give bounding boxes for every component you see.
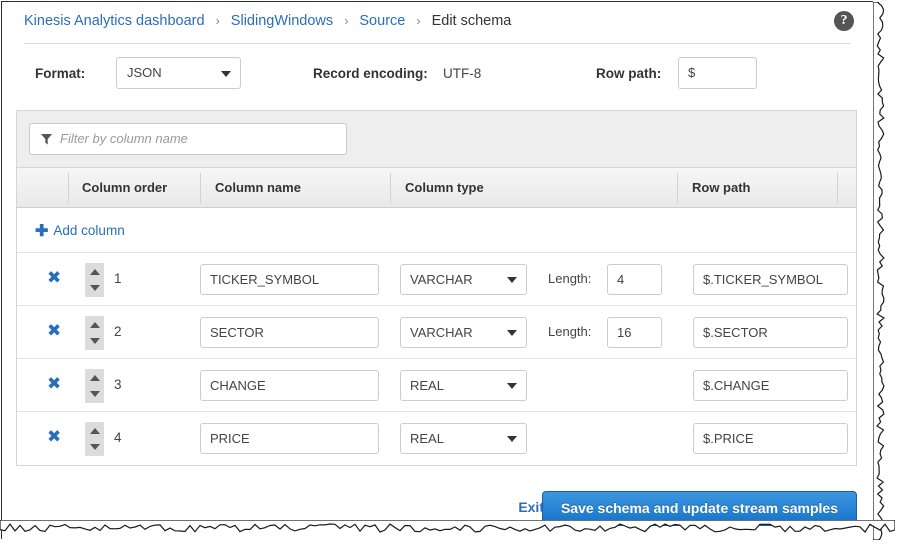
arrow-down-icon — [90, 444, 100, 450]
column-name-input[interactable]: CHANGE — [200, 370, 379, 401]
format-settings-row: Format: JSON Record encoding: UTF-8 Row … — [2, 52, 874, 98]
column-type-select[interactable]: REAL — [400, 423, 527, 454]
breadcrumb: Kinesis Analytics dashboard › SlidingWin… — [24, 13, 511, 29]
delete-row-button[interactable]: ✖ — [47, 322, 61, 340]
column-type-select[interactable]: REAL — [400, 370, 527, 401]
row-path-input[interactable]: $ — [678, 57, 757, 89]
row-path-input[interactable]: $.TICKER_SYMBOL — [693, 264, 848, 295]
header-divider — [68, 173, 69, 203]
save-schema-button[interactable]: Save schema and update stream samples — [542, 491, 857, 526]
footer-actions: Exit Save schema and update stream sampl… — [2, 482, 874, 532]
row-path-label: Row path: — [596, 66, 661, 81]
breadcrumb-separator: › — [216, 14, 220, 28]
column-order-value: 1 — [114, 271, 122, 286]
table-row: ✖ 1 TICKER_SYMBOL VARCHAR Length: 4 $.TI… — [17, 253, 856, 306]
breadcrumb-item-dashboard[interactable]: Kinesis Analytics dashboard — [24, 13, 205, 29]
delete-row-button[interactable]: ✖ — [47, 428, 61, 446]
column-type-value: VARCHAR — [410, 272, 473, 287]
screenshot-root: Kinesis Analytics dashboard › SlidingWin… — [0, 0, 904, 549]
breadcrumb-item-slidingwindows[interactable]: SlidingWindows — [231, 13, 333, 29]
column-order-stepper[interactable] — [85, 369, 104, 403]
column-header-column-type: Column type — [405, 180, 484, 195]
header-divider — [390, 173, 391, 203]
column-type-value: REAL — [410, 378, 444, 393]
breadcrumb-separator: › — [416, 14, 420, 28]
column-order-stepper[interactable] — [85, 422, 104, 456]
arrow-up-icon — [90, 269, 100, 275]
length-input[interactable]: 4 — [607, 264, 662, 295]
column-order-value: 2 — [114, 324, 122, 339]
header-divider — [677, 173, 678, 203]
filter-input-placeholder: Filter by column name — [60, 131, 188, 146]
chevron-down-icon — [507, 383, 517, 389]
arrow-down-icon — [90, 391, 100, 397]
table-row: ✖ 3 CHANGE REAL $.CHANGE — [17, 359, 856, 412]
row-path-input[interactable]: $.CHANGE — [693, 370, 848, 401]
column-order-stepper[interactable] — [85, 263, 104, 297]
delete-row-button[interactable]: ✖ — [47, 269, 61, 287]
breadcrumb-item-source[interactable]: Source — [359, 13, 405, 29]
header-divider — [837, 173, 838, 203]
column-order-stepper[interactable] — [85, 316, 104, 350]
arrow-up-icon — [90, 428, 100, 434]
record-encoding-value: UTF-8 — [443, 66, 481, 81]
schema-table-panel: Filter by column name Column order Colum… — [16, 110, 857, 466]
column-order-value: 4 — [114, 430, 122, 445]
chevron-down-icon — [507, 330, 517, 336]
format-select-value: JSON — [127, 65, 162, 80]
arrow-down-icon — [90, 285, 100, 291]
record-encoding-label: Record encoding: — [313, 66, 428, 81]
filter-input[interactable]: Filter by column name — [29, 123, 347, 155]
format-label: Format: — [35, 66, 85, 81]
chevron-down-icon — [507, 436, 517, 442]
column-order-value: 3 — [114, 377, 122, 392]
column-name-input[interactable]: TICKER_SYMBOL — [200, 264, 379, 295]
help-icon[interactable]: ? — [834, 11, 854, 31]
chevron-down-icon — [221, 71, 231, 77]
exit-button[interactable]: Exit — [518, 499, 544, 515]
page-surface: Kinesis Analytics dashboard › SlidingWin… — [1, 1, 873, 539]
column-header-column-name: Column name — [215, 180, 301, 195]
funnel-icon — [41, 134, 52, 145]
row-path-input[interactable]: $.SECTOR — [693, 317, 848, 348]
length-label: Length: — [548, 324, 591, 339]
header-divider — [24, 43, 850, 44]
header-divider — [200, 173, 201, 203]
column-header-column-order: Column order — [82, 180, 167, 195]
column-name-input[interactable]: SECTOR — [200, 317, 379, 348]
table-row: ✖ 2 SECTOR VARCHAR Length: 16 $.SECTOR — [17, 306, 856, 359]
add-column-button[interactable]: ✚ Add column — [35, 221, 125, 241]
torn-edge-right — [873, 2, 895, 540]
chevron-down-icon — [507, 277, 517, 283]
row-path-input[interactable]: $.PRICE — [693, 423, 848, 454]
breadcrumb-separator: › — [344, 14, 348, 28]
column-header-row-path: Row path — [692, 180, 751, 195]
arrow-up-icon — [90, 375, 100, 381]
column-type-value: REAL — [410, 431, 444, 446]
table-row: ✖ 4 PRICE REAL $.PRICE — [17, 412, 856, 465]
column-type-value: VARCHAR — [410, 325, 473, 340]
column-type-select[interactable]: VARCHAR — [400, 317, 527, 348]
breadcrumb-item-edit-schema: Edit schema — [432, 13, 512, 29]
add-column-row: ✚ Add column — [17, 208, 856, 253]
arrow-up-icon — [90, 322, 100, 328]
delete-row-button[interactable]: ✖ — [47, 375, 61, 393]
column-name-input[interactable]: PRICE — [200, 423, 379, 454]
length-input[interactable]: 16 — [607, 317, 662, 348]
filter-bar: Filter by column name — [17, 111, 856, 168]
arrow-down-icon — [90, 338, 100, 344]
add-column-label: Add column — [53, 223, 124, 238]
breadcrumb-bar: Kinesis Analytics dashboard › SlidingWin… — [2, 2, 874, 42]
table-header-row: Column order Column name Column type Row… — [17, 168, 856, 208]
plus-icon: ✚ — [35, 221, 48, 241]
length-label: Length: — [548, 271, 591, 286]
column-type-select[interactable]: VARCHAR — [400, 264, 527, 295]
format-select[interactable]: JSON — [116, 57, 241, 89]
